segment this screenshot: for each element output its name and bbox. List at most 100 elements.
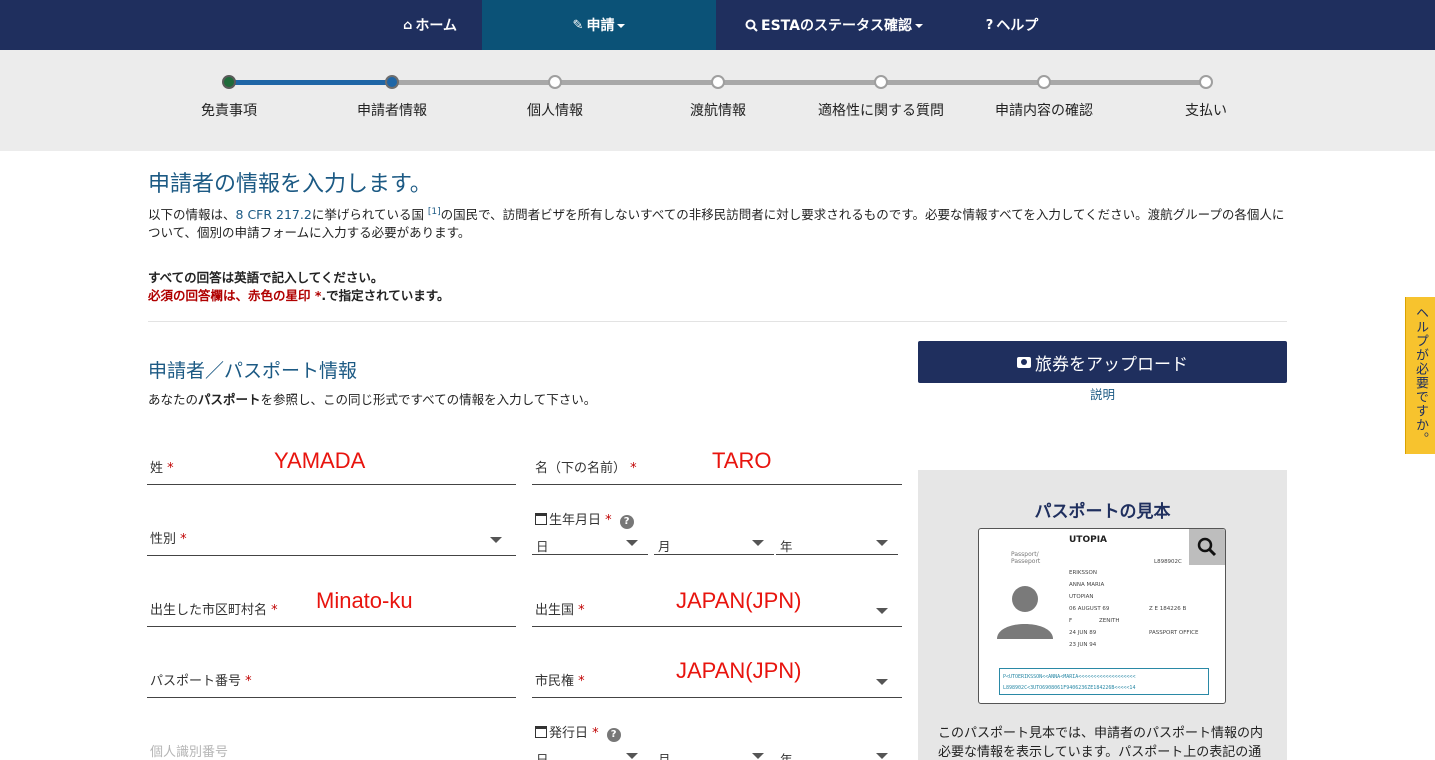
pp-place-of-birth: ZENITH	[1099, 618, 1120, 624]
chevron-down-icon	[876, 753, 888, 759]
birth-country-select[interactable]: 出生国 * JAPAN(JPN)	[532, 582, 902, 627]
chevron-down-icon	[626, 753, 638, 759]
english-note: すべての回答は英語で記入してください。	[148, 270, 384, 285]
home-icon: ⌂	[403, 17, 413, 33]
given-name-value[interactable]: TARO	[712, 448, 771, 474]
section-desc: あなたのパスポートを参照し、この同じ形式ですべての情報を入力して下さい。	[148, 389, 596, 408]
birth-year-text: 年	[780, 539, 793, 554]
passport-sample-panel: パスポートの見本 Passport/ Passeport UTOPIA L898…	[918, 470, 1287, 760]
step-label-disclaimer: 免責事項	[201, 103, 257, 119]
pp-mrz-line2: L898902C<3UTO6908061F9406236ZE184226B<<<…	[1003, 685, 1136, 691]
calendar-icon	[535, 726, 547, 738]
progress-node-applicant	[385, 75, 399, 89]
issue-year-select[interactable]: 年	[776, 744, 898, 760]
progress-track-done	[229, 80, 392, 85]
section-desc-after: を参照し、この同じ形式ですべての情報を入力して下さい。	[260, 392, 597, 407]
pp-nationality: UTOPIAN	[1069, 594, 1094, 600]
nav-home[interactable]: ⌂ ホーム	[378, 0, 482, 50]
issue-year-text: 年	[780, 752, 793, 760]
birth-city-label: 出生した市区町村名 *	[150, 603, 278, 618]
birth-date-label: 生年月日 *?	[535, 509, 634, 529]
step-label-review: 申請内容の確認	[995, 103, 1093, 119]
help-tab[interactable]: ヘルプが必要ですか。	[1405, 297, 1435, 454]
zoom-button[interactable]	[1189, 529, 1225, 565]
progress-node-review	[1037, 75, 1051, 89]
issue-month-text: 月	[658, 752, 671, 760]
required-note-tail: .で指定されています。	[321, 288, 450, 303]
section-desc-bold: パスポート	[198, 392, 261, 407]
step-label-travel: 渡航情報	[690, 103, 746, 119]
birth-city-field[interactable]: 出生した市区町村名 * Minato-ku	[147, 582, 516, 627]
nav-apply[interactable]: ✎ 申請	[482, 0, 716, 50]
birth-city-value[interactable]: Minato-ku	[316, 588, 413, 614]
passport-number-label: パスポート番号 *	[150, 674, 252, 689]
citizenship-value: JAPAN(JPN)	[676, 658, 802, 683]
help-question-icon[interactable]: ?	[619, 515, 634, 529]
issue-month-select[interactable]: 月	[654, 744, 774, 760]
gender-select[interactable]: 性別 *	[147, 520, 516, 556]
given-name-field[interactable]: 名（下の名前） * TARO	[532, 440, 902, 485]
footnote-ref-link[interactable]: [1]	[428, 207, 441, 217]
explain-link[interactable]: 説明	[1090, 384, 1115, 403]
help-question-icon[interactable]: ?	[606, 728, 621, 742]
passport-sample-image: Passport/ Passeport UTOPIA L898902C ERIK…	[978, 528, 1226, 704]
magnifier-icon	[1197, 537, 1217, 557]
chevron-down-icon	[752, 753, 764, 759]
pp-expiry: 23 JUN 94	[1069, 642, 1097, 648]
birth-day-select[interactable]: 日	[532, 531, 648, 555]
chevron-down-icon	[876, 608, 888, 614]
pp-birth: 06 AUGUST 69	[1069, 606, 1110, 612]
birth-month-text: 月	[658, 539, 671, 554]
pencil-icon: ✎	[572, 17, 584, 33]
chevron-down-icon	[876, 679, 888, 685]
step-label-applicant: 申請者情報	[357, 103, 427, 119]
intro-before: 以下の情報は、	[148, 207, 236, 223]
page-title: 申請者の情報を入力します。	[148, 172, 432, 197]
progress-node-payment	[1199, 75, 1213, 89]
chevron-down-icon	[490, 537, 502, 543]
issue-day-text: 日	[536, 752, 549, 760]
birth-year-select[interactable]: 年	[776, 531, 898, 555]
chevron-down-icon	[914, 24, 923, 28]
passport-number-field[interactable]: パスポート番号 *	[147, 653, 516, 698]
progress-node-travel	[711, 75, 725, 89]
top-navbar: ⌂ ホーム ✎ 申請 ESTAのステータス確認 ? ヘルプ	[0, 0, 1435, 50]
camera-icon	[1017, 356, 1031, 368]
national-id-placeholder: 個人識別番号	[150, 745, 229, 760]
calendar-icon	[535, 513, 547, 525]
section-title: 申請者／パスポート情報	[148, 360, 358, 382]
issue-day-select[interactable]: 日	[532, 744, 648, 760]
person-silhouette-icon	[997, 586, 1053, 639]
nav-status-label: ESTAのステータス確認	[761, 18, 912, 34]
birth-month-select[interactable]: 月	[654, 531, 774, 555]
pp-surname: ERIKSSON	[1069, 570, 1097, 576]
intro-text: 以下の情報は、8 CFR 217.2に挙げられている国 [1]の国民で、訪問者ビ…	[148, 203, 1288, 242]
chevron-down-icon	[752, 540, 764, 546]
pp-authority: PASSPORT OFFICE	[1149, 630, 1199, 636]
nav-home-label: ホーム	[415, 18, 457, 34]
nav-help[interactable]: ? ヘルプ	[952, 0, 1072, 50]
required-note: 必須の回答欄は、赤色の星印 *.で指定されています。	[148, 285, 450, 304]
progress-track	[392, 80, 1206, 85]
divider	[148, 321, 1287, 322]
gender-label: 性別 *	[150, 532, 187, 547]
question-icon: ?	[985, 17, 994, 33]
national-id-field[interactable]: 個人識別番号	[147, 735, 516, 760]
nav-help-label: ヘルプ	[996, 18, 1039, 34]
surname-value[interactable]: YAMADA	[274, 448, 365, 474]
progress-node-disclaimer	[222, 75, 236, 89]
surname-field[interactable]: 姓 * YAMADA	[147, 440, 516, 485]
chevron-down-icon	[617, 24, 626, 28]
sample-title: パスポートの見本	[1034, 502, 1171, 522]
section-desc-before: あなたの	[148, 392, 199, 407]
pp-country: UTOPIA	[1069, 535, 1108, 545]
search-icon	[745, 19, 758, 32]
cfr-link[interactable]: 8 CFR 217.2	[236, 207, 312, 222]
citizenship-select[interactable]: 市民権 * JAPAN(JPN)	[532, 653, 902, 698]
birth-day-text: 日	[536, 539, 549, 554]
nav-status-check[interactable]: ESTAのステータス確認	[716, 0, 952, 50]
pp-personal-no: Z E 184226 B	[1149, 606, 1187, 612]
sample-text-line1: このパスポート見本では、申請者のパスポート情報の内	[938, 726, 1264, 741]
upload-passport-button[interactable]: 旅券をアップロード	[918, 341, 1287, 383]
citizenship-label: 市民権 *	[535, 674, 585, 689]
